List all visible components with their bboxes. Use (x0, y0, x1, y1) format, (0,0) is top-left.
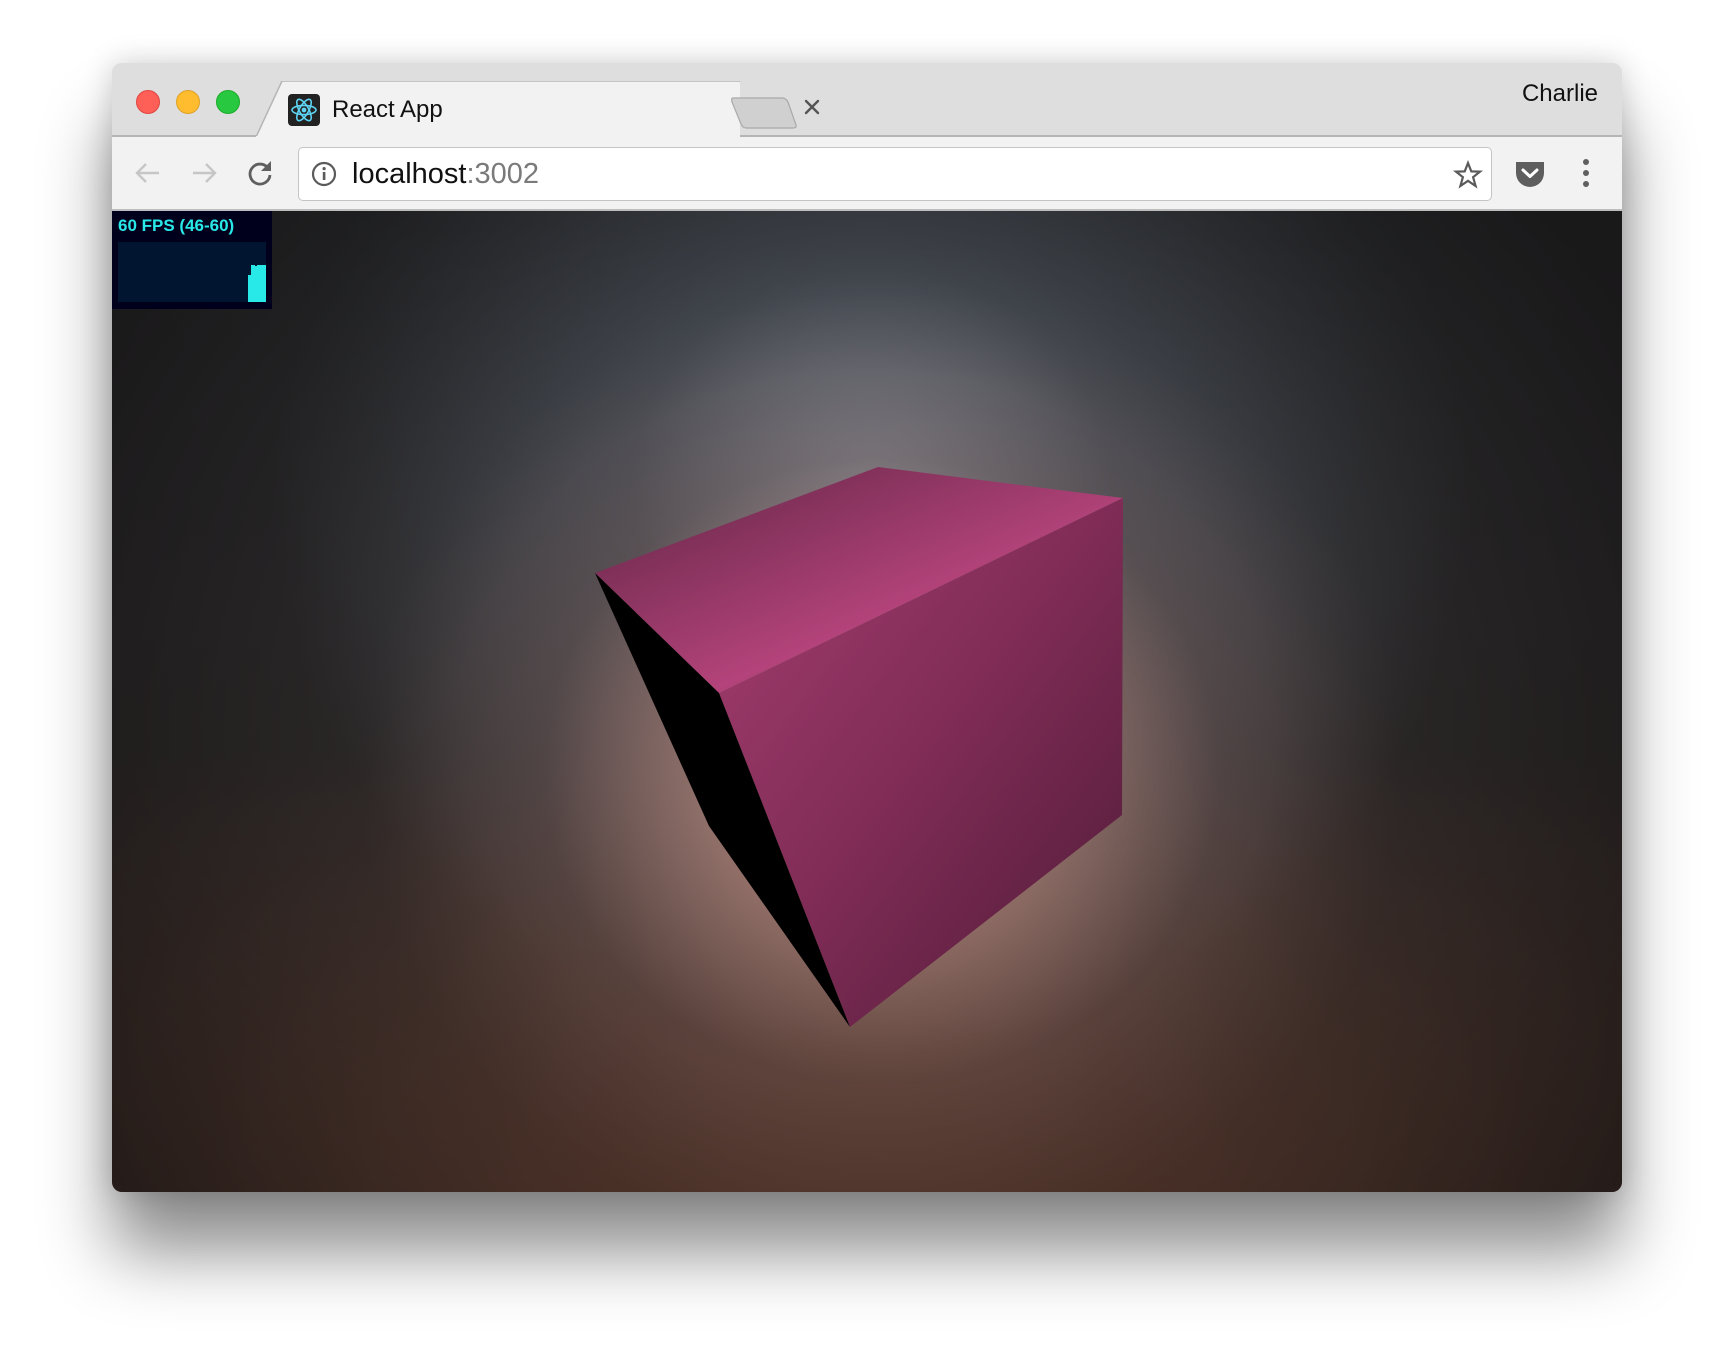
fps-bar (251, 265, 266, 302)
page-content: 60 FPS (46-60) (112, 211, 1622, 1192)
arrow-right-icon[interactable] (189, 158, 219, 188)
arrow-left-icon[interactable] (133, 158, 163, 188)
tab-shape (256, 81, 740, 139)
url-text[interactable]: localhost:3002 (352, 157, 539, 191)
url-host: localhost (352, 158, 467, 190)
tab-react-app[interactable]: React App (256, 81, 820, 139)
tab-bar: React App Charlie (112, 63, 1622, 139)
fps-bar (248, 275, 251, 302)
pocket-icon[interactable] (1514, 158, 1546, 190)
profile-name[interactable]: Charlie (1522, 79, 1598, 109)
star-icon[interactable] (1453, 160, 1483, 190)
close-window-button[interactable] (136, 90, 160, 114)
more-vertical-icon[interactable] (1576, 156, 1596, 190)
info-icon[interactable] (311, 161, 337, 187)
fps-meter: 60 FPS (46-60) (112, 211, 272, 309)
webgl-canvas[interactable] (112, 211, 1622, 1192)
minimize-window-button[interactable] (176, 90, 200, 114)
new-tab-button[interactable] (730, 95, 800, 131)
maximize-window-button[interactable] (216, 90, 240, 114)
fps-label: 60 FPS (46-60) (118, 216, 235, 235)
fps-graph-bars (248, 265, 266, 302)
address-bar[interactable]: localhost:3002 (298, 147, 1492, 201)
close-icon[interactable] (800, 95, 824, 119)
url-port: :3002 (466, 158, 540, 190)
browser-window: React App Charlie localhost:3002 60 FPS … (112, 63, 1622, 1192)
react-logo-icon (288, 94, 320, 126)
reload-icon[interactable] (245, 158, 275, 188)
fps-bar-dip (255, 265, 257, 266)
toolbar: localhost:3002 (112, 137, 1622, 211)
fps-graph (118, 242, 266, 302)
tab-title: React App (332, 96, 443, 123)
